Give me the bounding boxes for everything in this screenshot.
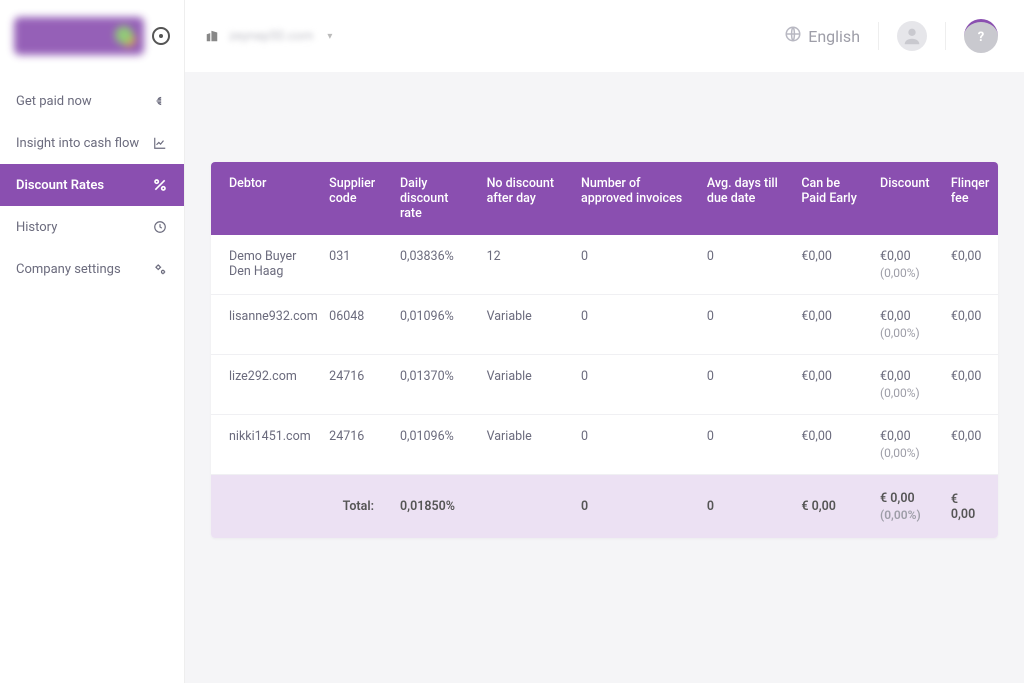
cell-fee: €0,00	[943, 415, 998, 475]
total-discount: € 0,00 (0,00%)	[872, 475, 943, 539]
table-total-row: Total: 0,01850% 0 0 € 0,00 € 0,00 (0,00%…	[211, 475, 998, 539]
cell-daily-rate: 0,03836%	[392, 235, 479, 295]
avatar[interactable]	[897, 21, 927, 51]
language-selector[interactable]: English	[784, 25, 860, 47]
cell-approved: 0	[573, 295, 699, 355]
cell-no-discount-after: Variable	[479, 355, 573, 415]
cell-discount: €0,00(0,00%)	[872, 415, 943, 475]
cell-paid-early: €0,00	[793, 355, 872, 415]
company-switcher[interactable]: zeynep50.com ▾	[205, 29, 332, 44]
sidebar-item-label: Get paid now	[16, 94, 92, 109]
discount-rates-table-card: Debtor Supplier code Daily discount rate…	[211, 162, 998, 538]
cell-supplier-code: 24716	[321, 415, 392, 475]
th-fee[interactable]: Flinqer fee	[943, 162, 998, 235]
vertical-divider	[945, 22, 946, 50]
th-approved[interactable]: Number of approved invoices	[573, 162, 699, 235]
topbar: zeynep50.com ▾ English ?	[185, 0, 1024, 72]
sidebar-item-discount-rates[interactable]: Discount Rates	[0, 164, 184, 206]
sidebar-collapse-button[interactable]	[152, 27, 170, 45]
th-avg-days[interactable]: Avg. days till due date	[699, 162, 793, 235]
vertical-divider	[878, 22, 879, 50]
cell-daily-rate: 0,01096%	[392, 295, 479, 355]
main-area: zeynep50.com ▾ English ?	[185, 0, 1024, 683]
th-discount[interactable]: Discount	[872, 162, 943, 235]
euro-icon	[152, 93, 168, 109]
discount-rates-table: Debtor Supplier code Daily discount rate…	[211, 162, 998, 538]
clock-icon	[152, 219, 168, 235]
th-daily-rate[interactable]: Daily discount rate	[392, 162, 479, 235]
cell-avg-days: 0	[699, 355, 793, 415]
table-row[interactable]: Demo Buyer Den Haag0310,03836%1200€0,00€…	[211, 235, 998, 295]
building-icon	[205, 29, 219, 43]
sidebar-item-get-paid-now[interactable]: Get paid now	[0, 80, 184, 122]
cell-supplier-code: 031	[321, 235, 392, 295]
cell-approved: 0	[573, 235, 699, 295]
cell-daily-rate: 0,01096%	[392, 415, 479, 475]
sidebar-item-insight-cash-flow[interactable]: Insight into cash flow	[0, 122, 184, 164]
th-no-discount-after[interactable]: No discount after day	[479, 162, 573, 235]
cell-paid-early: €0,00	[793, 235, 872, 295]
cell-debtor: lisanne932.com	[211, 295, 321, 355]
cell-no-discount-after: Variable	[479, 295, 573, 355]
sidebar-item-history[interactable]: History	[0, 206, 184, 248]
chevron-down-icon: ▾	[327, 31, 332, 42]
cell-daily-rate: 0,01370%	[392, 355, 479, 415]
logo	[14, 17, 144, 55]
cell-discount: €0,00(0,00%)	[872, 235, 943, 295]
th-debtor[interactable]: Debtor	[211, 162, 321, 235]
total-avg-days: 0	[699, 475, 793, 539]
content: Debtor Supplier code Daily discount rate…	[185, 72, 1024, 558]
cell-supplier-code: 24716	[321, 355, 392, 415]
sidebar-item-company-settings[interactable]: Company settings	[0, 248, 184, 290]
table-row[interactable]: lize292.com247160,01370%Variable00€0,00€…	[211, 355, 998, 415]
sidebar: Get paid now Insight into cash flow Disc…	[0, 0, 185, 683]
logo-area	[0, 0, 184, 72]
cell-no-discount-after: 12	[479, 235, 573, 295]
percent-icon	[152, 177, 168, 193]
cell-debtor: nikki1451.com	[211, 415, 321, 475]
cell-discount: €0,00(0,00%)	[872, 295, 943, 355]
th-supplier-code[interactable]: Supplier code	[321, 162, 392, 235]
total-daily-rate: 0,01850%	[392, 475, 479, 539]
cell-paid-early: €0,00	[793, 295, 872, 355]
total-fee: € 0,00	[943, 475, 998, 539]
company-name: zeynep50.com	[229, 29, 313, 44]
help-button[interactable]: ?	[964, 19, 998, 53]
cell-approved: 0	[573, 355, 699, 415]
cell-fee: €0,00	[943, 235, 998, 295]
sidebar-nav: Get paid now Insight into cash flow Disc…	[0, 72, 184, 290]
total-label: Total:	[211, 475, 392, 539]
th-paid-early[interactable]: Can be Paid Early	[793, 162, 872, 235]
sidebar-item-label: Discount Rates	[16, 178, 104, 193]
cell-avg-days: 0	[699, 415, 793, 475]
cell-debtor: lize292.com	[211, 355, 321, 415]
table-row[interactable]: nikki1451.com247160,01096%Variable00€0,0…	[211, 415, 998, 475]
cell-paid-early: €0,00	[793, 415, 872, 475]
user-icon	[901, 25, 923, 47]
total-approved: 0	[573, 475, 699, 539]
cell-fee: €0,00	[943, 355, 998, 415]
sidebar-item-label: History	[16, 220, 57, 235]
cell-debtor: Demo Buyer Den Haag	[211, 235, 321, 295]
cell-supplier-code: 06048	[321, 295, 392, 355]
cell-fee: €0,00	[943, 295, 998, 355]
cell-discount: €0,00(0,00%)	[872, 355, 943, 415]
cell-no-discount-after: Variable	[479, 415, 573, 475]
table-row[interactable]: lisanne932.com060480,01096%Variable00€0,…	[211, 295, 998, 355]
cell-avg-days: 0	[699, 295, 793, 355]
sidebar-item-label: Insight into cash flow	[16, 136, 139, 151]
cell-avg-days: 0	[699, 235, 793, 295]
table-header-row: Debtor Supplier code Daily discount rate…	[211, 162, 998, 235]
gears-icon	[152, 261, 168, 277]
globe-icon	[784, 25, 802, 47]
sidebar-item-label: Company settings	[16, 262, 121, 277]
chart-line-icon	[152, 135, 168, 151]
language-label: English	[808, 27, 860, 46]
cell-approved: 0	[573, 415, 699, 475]
help-label: ?	[978, 30, 984, 45]
total-paid-early: € 0,00	[793, 475, 872, 539]
